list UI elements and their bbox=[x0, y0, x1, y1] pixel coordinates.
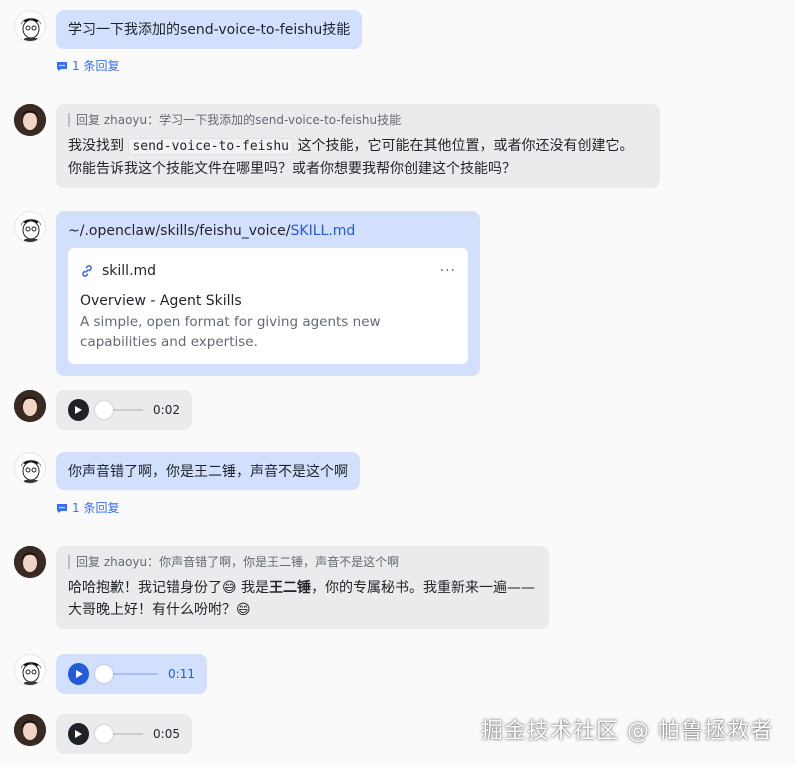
card-heading: Overview - Agent Skills bbox=[80, 293, 242, 309]
message-line: 大哥晚上好！有什么吩咐？😄 bbox=[68, 599, 537, 621]
voice-duration: 0:02 bbox=[153, 403, 180, 417]
bot-avatar[interactable] bbox=[14, 714, 46, 746]
reply-quote: 回复 zhaoyu：你声音错了啊，你是王二锤，声音不是这个啊 bbox=[68, 555, 537, 569]
user-avatar[interactable] bbox=[14, 211, 46, 243]
voice-progress[interactable] bbox=[95, 665, 159, 683]
more-icon[interactable]: ··· bbox=[440, 260, 456, 282]
bot-avatar[interactable] bbox=[14, 390, 46, 422]
voice-message: 0:02 bbox=[56, 390, 192, 430]
link-icon bbox=[82, 265, 92, 277]
reply-count: 1 条回复 bbox=[72, 501, 120, 515]
user-avatar[interactable] bbox=[14, 10, 46, 42]
message-text: 我是 bbox=[236, 580, 270, 596]
bot-avatar[interactable] bbox=[14, 104, 46, 136]
reply-quote: 回复 zhaoyu：学习一下我添加的send-voice-to-feishu技能 bbox=[68, 113, 648, 127]
reply-count: 1 条回复 bbox=[72, 59, 120, 73]
message-bubble: ~/.openclaw/skills/feishu_voice/SKILL.md… bbox=[56, 211, 480, 376]
message-line: 我没找到 send-voice-to-feishu 这个技能，它可能在其他位置，… bbox=[68, 135, 648, 158]
play-button[interactable] bbox=[68, 399, 89, 421]
reply-thread-link[interactable]: 1 条回复 bbox=[56, 499, 119, 516]
voice-message: 0:05 bbox=[56, 714, 192, 754]
play-button[interactable] bbox=[68, 723, 89, 745]
reply-thread-icon bbox=[57, 61, 67, 71]
inline-code: send-voice-to-feishu bbox=[128, 138, 293, 155]
emoji: 😅 bbox=[222, 580, 237, 596]
play-button[interactable] bbox=[68, 663, 90, 685]
voice-duration: 0:05 bbox=[153, 727, 180, 741]
progress-knob[interactable] bbox=[94, 725, 113, 743]
user-avatar[interactable] bbox=[14, 654, 46, 686]
bot-avatar[interactable] bbox=[14, 546, 46, 578]
message-text: 我没找到 bbox=[68, 138, 129, 154]
voice-duration: 0:11 bbox=[168, 667, 195, 681]
message-text: 哈哈抱歉！我记错身份了 bbox=[68, 580, 222, 596]
voice-progress[interactable] bbox=[94, 725, 144, 743]
message-bubble: 回复 zhaoyu：学习一下我添加的send-voice-to-feishu技能… bbox=[56, 104, 660, 188]
voice-message: 0:11 bbox=[56, 654, 207, 694]
message-line: 哈哈抱歉！我记错身份了😅 我是王二锤，你的专属秘书。我重新来一遍—— bbox=[68, 577, 537, 599]
message-bubble: 你声音错了啊，你是王二锤，声音不是这个啊 bbox=[56, 452, 360, 490]
card-description: A simple, open format for giving agents … bbox=[80, 314, 381, 350]
reply-thread-icon bbox=[57, 503, 67, 513]
message-bubble: 回复 zhaoyu：你声音错了啊，你是王二锤，声音不是这个啊 哈哈抱歉！我记错身… bbox=[56, 546, 549, 629]
message-line: 你能告诉我这个技能文件在哪里吗？或者你想要我帮你创建这个技能吗？ bbox=[68, 161, 516, 177]
message-text: ，你的专属秘书。我重新来一遍—— bbox=[311, 580, 536, 596]
emoji: 😄 bbox=[236, 602, 251, 618]
progress-knob[interactable] bbox=[94, 401, 113, 419]
watermark: 掘金技术社区 @ 帕鲁拯救者 bbox=[481, 719, 773, 744]
message-bubble: 学习一下我添加的send-voice-to-feishu技能 bbox=[56, 10, 363, 49]
card-title: skill.md bbox=[102, 263, 157, 279]
reply-thread-link[interactable]: 1 条回复 bbox=[56, 57, 119, 74]
message-text: 这个技能，它可能在其他位置，或者你还没有创建它。 bbox=[293, 138, 634, 154]
path-link[interactable]: SKILL.md bbox=[291, 223, 356, 239]
user-avatar[interactable] bbox=[14, 452, 46, 484]
message-text: 大哥晚上好！有什么吩咐？ bbox=[68, 602, 236, 618]
file-path: ~/.openclaw/skills/feishu_voice/SKILL.md bbox=[68, 220, 468, 242]
card-header: skill.md ··· bbox=[80, 260, 456, 282]
play-icon bbox=[75, 406, 83, 414]
bold-text: 王二锤 bbox=[269, 580, 312, 596]
message-text: 你声音错了啊，你是王二锤，声音不是这个啊 bbox=[68, 464, 348, 480]
voice-progress[interactable] bbox=[94, 401, 144, 419]
link-preview-card[interactable]: skill.md ··· Overview - Agent Skills A s… bbox=[68, 248, 468, 364]
message-text: 学习一下我添加的send-voice-to-feishu技能 bbox=[68, 22, 351, 38]
play-icon bbox=[75, 730, 83, 738]
path-text: ~/.openclaw/skills/feishu_voice/ bbox=[68, 223, 291, 239]
play-icon bbox=[75, 670, 83, 678]
progress-knob[interactable] bbox=[95, 665, 114, 683]
